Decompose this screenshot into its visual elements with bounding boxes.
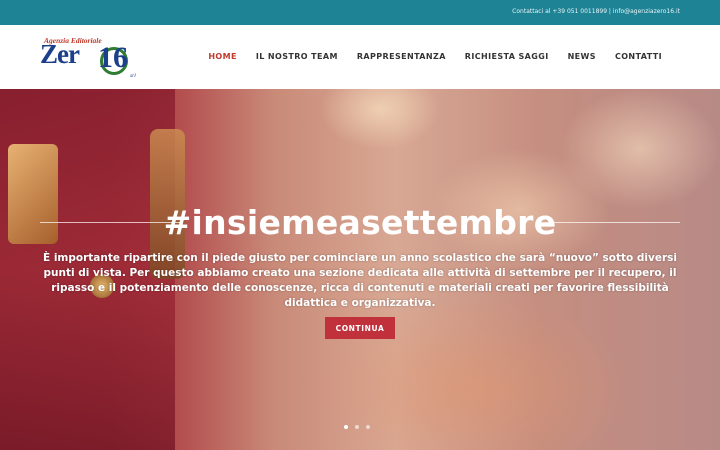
nav-richiesta-saggi[interactable]: RICHIESTA SAGGI xyxy=(465,52,549,61)
slider-dot-1[interactable] xyxy=(344,425,348,429)
site-header: Agenzia Editoriale Zer 16 srl HOME IL NO… xyxy=(0,25,720,89)
logo-word: Zer xyxy=(40,39,80,69)
nav-contatti[interactable]: CONTATTI xyxy=(615,52,662,61)
contact-info: Contattaci al +39 051 0011899 | info@age… xyxy=(512,8,680,15)
slider-dots xyxy=(344,425,370,429)
nav-rappresentanza[interactable]: RAPPRESENTANZA xyxy=(357,52,446,61)
top-contact-bar: Contattaci al +39 051 0011899 | info@age… xyxy=(0,0,720,25)
nav-news[interactable]: NEWS xyxy=(568,52,596,61)
main-nav: HOME IL NOSTRO TEAM RAPPRESENTANZA RICHI… xyxy=(208,52,662,61)
hero-body: È importante ripartire con il piede gius… xyxy=(43,252,677,309)
hero-headline: #insiemeasettembre xyxy=(163,203,557,242)
logo-suffix: srl xyxy=(130,73,136,79)
site-logo[interactable]: Agenzia Editoriale Zer 16 srl xyxy=(40,33,144,81)
nav-home[interactable]: HOME xyxy=(208,52,237,61)
continua-button[interactable]: CONTINUA xyxy=(325,317,395,339)
slider-dot-2[interactable] xyxy=(355,425,359,429)
hero-slider: #insiemeasettembre È importante ripartir… xyxy=(0,89,720,450)
nav-team[interactable]: IL NOSTRO TEAM xyxy=(256,52,338,61)
slider-dot-3[interactable] xyxy=(366,425,370,429)
logo-number: 16 xyxy=(98,41,128,74)
